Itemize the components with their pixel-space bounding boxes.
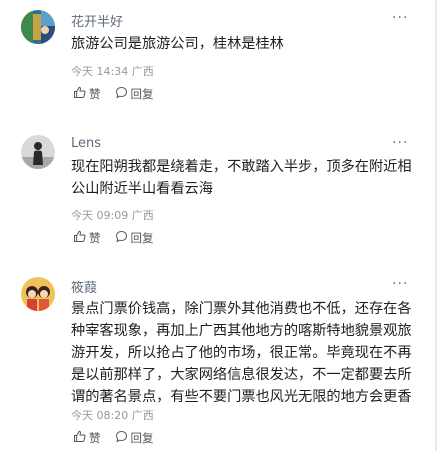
thumbs-up-icon [73, 230, 89, 246]
comment-text: 旅游公司是旅游公司，桂林是桂林 [71, 33, 416, 55]
comment-text: 现在阳朔我都是绕着走，不敢踏入半步，顶多在附近相 公山附近半山看看云海 [71, 156, 416, 200]
comment-text-line: 是以前那样了，大家网络信息很发达，不一定都要去所 [71, 367, 412, 383]
comment-text-line: 谓的著名景点，有些不要门票也风光无限的地方会更香 [71, 389, 412, 405]
comment-time: 今天 14:34 [71, 65, 129, 78]
comment-text-line: 种宰客现象，再加上广西其他地方的喀斯特地貌景观旅 [71, 323, 412, 339]
like-button[interactable]: 赞 [73, 86, 101, 102]
more-options-icon[interactable]: ··· [392, 10, 408, 26]
comment-location: 广西 [131, 209, 154, 222]
reply-label: 回复 [130, 87, 154, 101]
comment-time: 今天 09:09 [71, 209, 129, 222]
reply-label: 回复 [130, 431, 154, 445]
like-label: 赞 [89, 87, 101, 101]
comment-author[interactable]: Lens [71, 136, 101, 151]
avatar[interactable] [21, 277, 55, 311]
reply-button[interactable]: 回复 [115, 430, 154, 446]
comment-actions: 赞 回复 [73, 86, 154, 102]
comment-text-line: 现在阳朔我都是绕着走，不敢踏入半步，顶多在附近相 [71, 159, 412, 175]
comment-author[interactable]: 花开半好 [71, 11, 123, 30]
like-label: 赞 [89, 431, 101, 445]
comment-actions: 赞 回复 [73, 430, 154, 446]
avatar[interactable] [21, 135, 55, 169]
reply-button[interactable]: 回复 [115, 86, 154, 102]
comment-actions: 赞 回复 [73, 230, 154, 246]
like-button[interactable]: 赞 [73, 430, 101, 446]
comment-meta: 今天 14:34 广西 [71, 63, 154, 79]
avatar[interactable] [21, 10, 55, 44]
reply-button[interactable]: 回复 [115, 230, 154, 246]
comment-text-line: 旅游公司是旅游公司，桂林是桂林 [71, 36, 284, 52]
comment-meta: 今天 08:20 广西 [71, 407, 154, 423]
like-label: 赞 [89, 231, 101, 245]
comment-text-line: 游开发，所以抢占了他的市场，很正常。毕竟现在不再 [71, 345, 412, 361]
thumbs-up-icon [73, 86, 89, 102]
like-button[interactable]: 赞 [73, 230, 101, 246]
comment-bubble-icon [115, 430, 131, 446]
comment-location: 广西 [131, 65, 154, 78]
comment-text-line: 公山附近半山看看云海 [71, 181, 213, 197]
comment-time: 今天 08:20 [71, 409, 129, 422]
comment-author[interactable]: 筱葭 [71, 277, 97, 296]
thumbs-up-icon [73, 430, 89, 446]
comment-text-line: 景点门票价钱高，除门票外其他消费也不低，还存在各 [71, 301, 412, 317]
comment-text: 景点门票价钱高，除门票外其他消费也不低，还存在各 种宰客现象，再加上广西其他地方… [71, 298, 416, 408]
reply-label: 回复 [130, 231, 154, 245]
more-options-icon[interactable]: ··· [392, 135, 408, 151]
more-options-icon[interactable]: ··· [392, 276, 408, 292]
comment-bubble-icon [115, 86, 131, 102]
comment-meta: 今天 09:09 广西 [71, 207, 154, 223]
comment-bubble-icon [115, 230, 131, 246]
comment-location: 广西 [131, 409, 154, 422]
